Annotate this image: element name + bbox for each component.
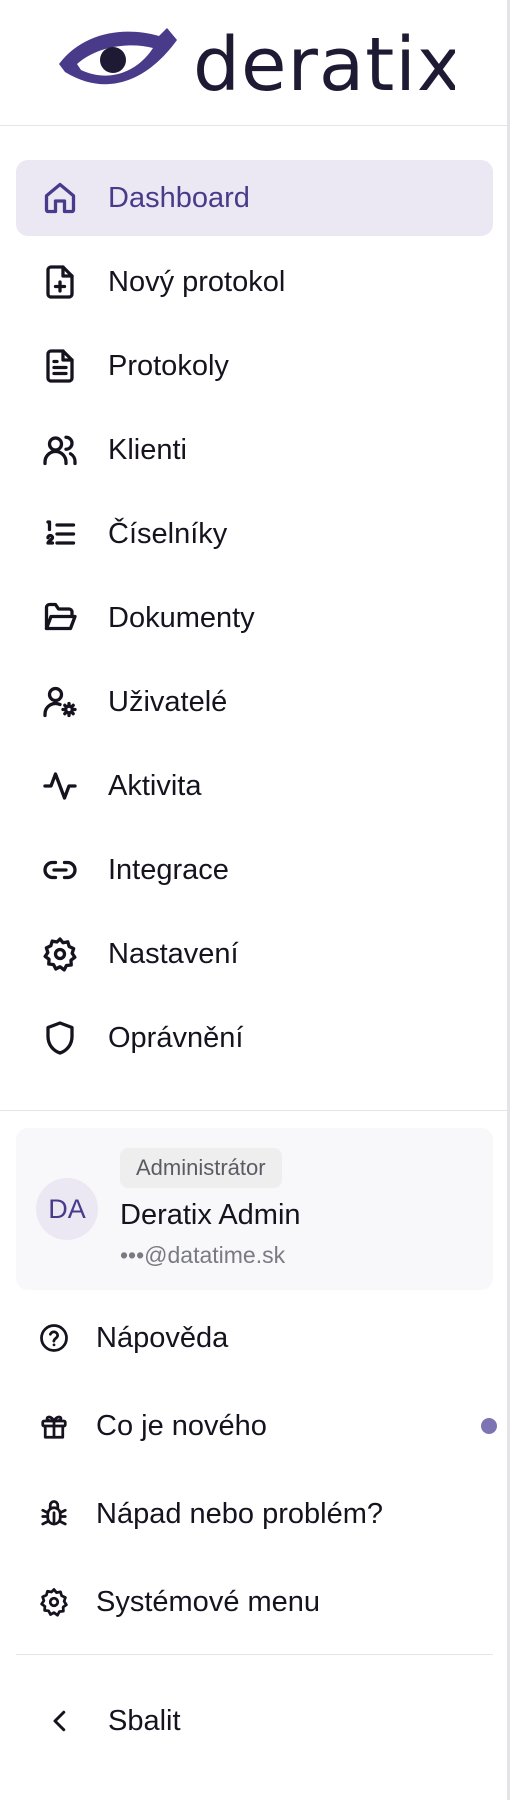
folder-open-icon: [40, 598, 80, 638]
menu-item-systemove-menu[interactable]: Systémové menu: [16, 1566, 493, 1638]
main-nav: Dashboard Nový protokol Protokoly Klient…: [0, 126, 509, 1076]
link-icon: [40, 850, 80, 890]
user-email: •••@datatime.sk: [120, 1242, 286, 1268]
nav-item-label: Nový protokol: [108, 265, 286, 298]
section-divider: [0, 1110, 509, 1111]
bug-icon: [38, 1498, 70, 1530]
section-divider: [16, 1654, 493, 1655]
role-badge: Administrátor: [120, 1148, 282, 1188]
user-name: Deratix Admin: [120, 1199, 301, 1231]
nav-item-ciselniky[interactable]: Číselníky: [16, 496, 493, 572]
chevron-left-icon: [40, 1701, 80, 1741]
user-cog-icon: [40, 682, 80, 722]
nav-item-novy-protokol[interactable]: Nový protokol: [16, 244, 493, 320]
settings-icon: [40, 934, 80, 974]
nav-item-label: Integrace: [108, 853, 229, 886]
collapse-label: Sbalit: [108, 1704, 181, 1737]
home-icon: [40, 178, 80, 218]
menu-item-label: Nápověda: [96, 1321, 229, 1354]
nav-item-label: Oprávnění: [108, 1021, 244, 1054]
nav-item-label: Nastavení: [108, 937, 239, 970]
settings-icon: [38, 1586, 70, 1618]
nav-item-nastaveni[interactable]: Nastavení: [16, 916, 493, 992]
notification-dot: [481, 1418, 497, 1434]
eye-logo-icon: [58, 27, 177, 84]
sidebar: deratix Dashboard Nový protokol Protokol…: [0, 0, 510, 1800]
menu-item-label: Nápad nebo problém?: [96, 1497, 383, 1530]
logo-area[interactable]: deratix: [0, 0, 509, 126]
menu-item-napoveda[interactable]: Nápověda: [16, 1302, 493, 1374]
menu-item-label: Co je nového: [96, 1409, 267, 1442]
gift-icon: [38, 1410, 70, 1442]
list-ordered-icon: [40, 514, 80, 554]
nav-item-label: Číselníky: [108, 517, 228, 550]
scrollbar-track[interactable]: [507, 0, 509, 1800]
nav-item-protokoly[interactable]: Protokoly: [16, 328, 493, 404]
nav-item-dashboard[interactable]: Dashboard: [16, 160, 493, 236]
help-circle-icon: [38, 1322, 70, 1354]
nav-item-label: Klienti: [108, 433, 187, 466]
nav-item-opravneni[interactable]: Oprávnění: [16, 1000, 493, 1076]
nav-item-klienti[interactable]: Klienti: [16, 412, 493, 488]
user-card[interactable]: DA Administrátor Deratix Admin •••@datat…: [16, 1128, 493, 1290]
nav-item-label: Uživatelé: [108, 685, 228, 718]
menu-item-label: Systémové menu: [96, 1585, 321, 1618]
nav-item-label: Aktivita: [108, 769, 202, 802]
shield-icon: [40, 1018, 80, 1058]
nav-item-label: Dokumenty: [108, 601, 255, 634]
nav-item-integrace[interactable]: Integrace: [16, 832, 493, 908]
users-icon: [40, 430, 80, 470]
menu-item-co-je-noveho[interactable]: Co je nového: [16, 1390, 497, 1462]
file-text-icon: [40, 346, 80, 386]
avatar: DA: [36, 1178, 98, 1240]
file-plus-icon: [40, 262, 80, 302]
deratix-logo: deratix: [58, 22, 455, 108]
secondary-nav: Nápověda Co je nového Nápad nebo problém…: [0, 1290, 509, 1638]
nav-item-label: Protokoly: [108, 349, 229, 382]
nav-item-aktivita[interactable]: Aktivita: [16, 748, 493, 824]
nav-item-dokumenty[interactable]: Dokumenty: [16, 580, 493, 656]
nav-item-uzivatele[interactable]: Uživatelé: [16, 664, 493, 740]
collapse-button[interactable]: Sbalit: [16, 1681, 493, 1761]
nav-item-label: Dashboard: [108, 181, 250, 214]
activity-icon: [40, 766, 80, 806]
menu-item-napad-nebo-problem[interactable]: Nápad nebo problém?: [16, 1478, 493, 1550]
logo-wordmark: deratix: [193, 22, 455, 108]
